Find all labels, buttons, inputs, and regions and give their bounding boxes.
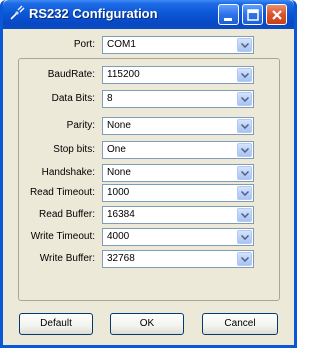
- read-buffer-value: 16384: [107, 209, 135, 220]
- cancel-button[interactable]: Cancel: [202, 313, 278, 335]
- write-buffer-label: Write Buffer:: [39, 253, 95, 264]
- chevron-down-icon: [241, 171, 249, 176]
- minimize-button[interactable]: [218, 4, 239, 25]
- chevron-down-icon: [241, 148, 249, 153]
- baud-rate-select[interactable]: 115200: [102, 66, 254, 84]
- chevron-down-icon: [241, 235, 249, 240]
- chevron-down-icon: [241, 97, 249, 102]
- write-timeout-value: 4000: [107, 231, 130, 242]
- write-timeout-select[interactable]: 4000: [102, 228, 254, 246]
- read-buffer-label: Read Buffer:: [39, 209, 95, 220]
- write-timeout-dropdown-button[interactable]: [237, 230, 252, 244]
- data-bits-value: 8: [107, 93, 113, 104]
- default-button[interactable]: Default: [19, 313, 93, 335]
- chevron-down-icon: [241, 213, 249, 218]
- data-bits-row: Data Bits:: [3, 90, 95, 108]
- write-timeout-row: Write Timeout:: [3, 228, 95, 246]
- maximize-button[interactable]: [242, 4, 263, 25]
- handshake-label: Handshake:: [41, 167, 95, 178]
- close-icon: [272, 10, 282, 20]
- read-timeout-value: 1000: [107, 187, 130, 198]
- rs232-configuration-dialog: RS232 Configuration Port: COM1 BaudRate:…: [0, 0, 297, 348]
- read-buffer-select[interactable]: 16384: [102, 206, 254, 224]
- parity-select[interactable]: None: [102, 117, 254, 135]
- ok-button[interactable]: OK: [110, 313, 184, 335]
- baud-rate-dropdown-button[interactable]: [237, 68, 252, 82]
- port-row: Port:: [3, 36, 95, 54]
- parity-dropdown-button[interactable]: [237, 119, 252, 133]
- port-select[interactable]: COM1: [102, 36, 254, 54]
- write-buffer-select[interactable]: 32768: [102, 250, 254, 268]
- handshake-select[interactable]: None: [102, 164, 254, 182]
- port-label: Port:: [73, 39, 95, 50]
- baud-rate-label: BaudRate:: [47, 69, 95, 80]
- chevron-down-icon: [241, 43, 249, 48]
- handshake-dropdown-button[interactable]: [237, 166, 252, 180]
- title-bar[interactable]: RS232 Configuration: [3, 0, 294, 29]
- read-timeout-label: Read Timeout:: [29, 187, 95, 198]
- write-buffer-row: Write Buffer:: [3, 250, 95, 268]
- port-dropdown-button[interactable]: [237, 38, 252, 52]
- parity-value: None: [107, 120, 131, 131]
- maximize-icon: [247, 9, 259, 21]
- chevron-down-icon: [241, 191, 249, 196]
- close-button[interactable]: [266, 4, 287, 25]
- read-timeout-row: Read Timeout:: [3, 184, 95, 202]
- write-timeout-label: Write Timeout:: [30, 231, 95, 242]
- write-buffer-value: 32768: [107, 253, 135, 264]
- stop-bits-dropdown-button[interactable]: [237, 143, 252, 157]
- chevron-down-icon: [241, 73, 249, 78]
- port-value: COM1: [107, 39, 136, 50]
- write-buffer-dropdown-button[interactable]: [237, 252, 252, 266]
- baud-rate-value: 115200: [107, 69, 140, 80]
- chevron-down-icon: [241, 257, 249, 262]
- read-timeout-dropdown-button[interactable]: [237, 186, 252, 200]
- read-timeout-select[interactable]: 1000: [102, 184, 254, 202]
- handshake-value: None: [107, 167, 131, 178]
- stop-bits-row: Stop bits:: [3, 141, 95, 159]
- handshake-row: Handshake:: [3, 164, 95, 182]
- stop-bits-select[interactable]: One: [102, 141, 254, 159]
- chevron-down-icon: [241, 124, 249, 129]
- baud-rate-row: BaudRate:: [3, 66, 95, 84]
- window-title: RS232 Configuration: [29, 6, 158, 21]
- stop-bits-value: One: [107, 144, 126, 155]
- parity-label: Parity:: [66, 120, 95, 131]
- stop-bits-label: Stop bits:: [53, 144, 95, 155]
- data-bits-dropdown-button[interactable]: [237, 92, 252, 106]
- read-buffer-dropdown-button[interactable]: [237, 208, 252, 222]
- parity-row: Parity:: [3, 117, 95, 135]
- minimize-icon: [224, 18, 232, 21]
- data-bits-select[interactable]: 8: [102, 90, 254, 108]
- read-buffer-row: Read Buffer:: [3, 206, 95, 224]
- data-bits-label: Data Bits:: [51, 93, 95, 104]
- plug-icon: [9, 5, 25, 21]
